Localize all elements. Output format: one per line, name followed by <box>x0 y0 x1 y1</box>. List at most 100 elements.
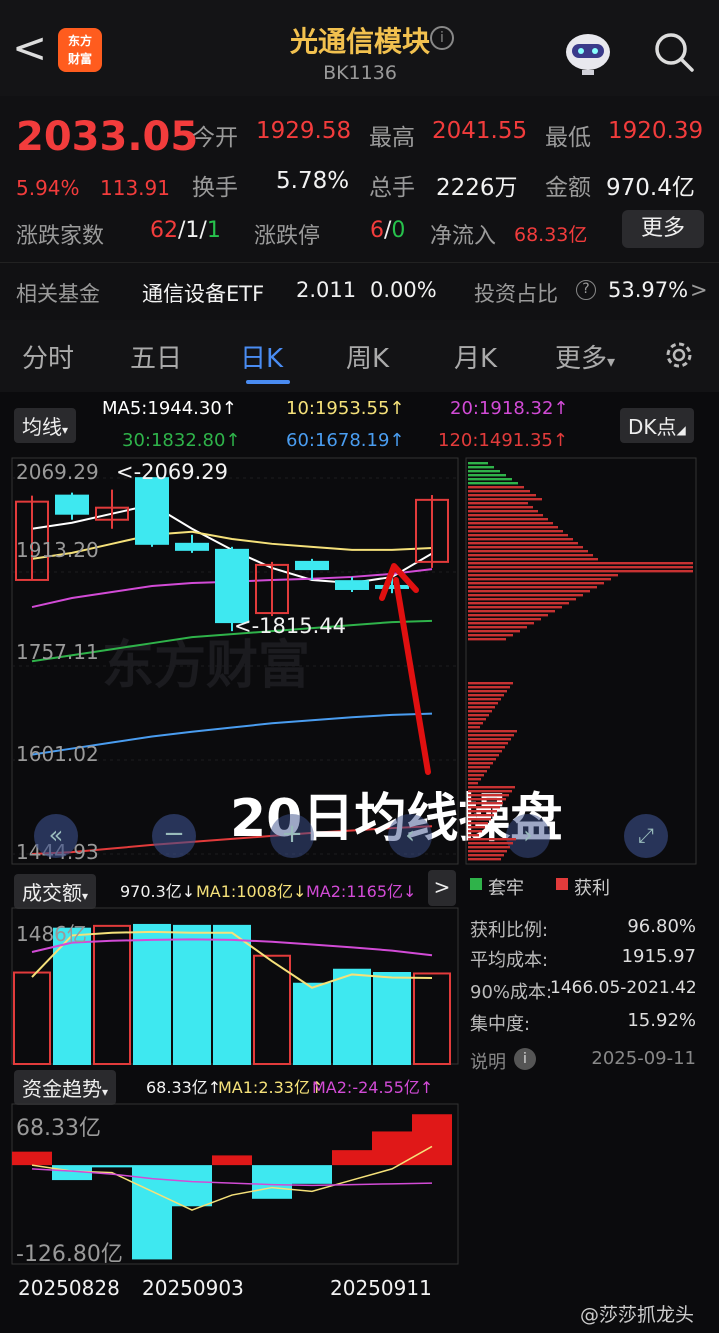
fund-trend-selector[interactable]: 资金趋势▾ <box>14 1070 117 1105</box>
chip-bar <box>468 794 509 797</box>
volume-selector[interactable]: 成交额▾ <box>14 874 97 909</box>
scroll-right-icon[interactable]: ‹ <box>388 814 432 858</box>
chip-bar <box>468 610 555 613</box>
chip-bar <box>468 782 478 785</box>
chip-bar <box>468 586 597 589</box>
tab-intraday[interactable]: 分时 <box>22 338 74 375</box>
zoom-out-icon[interactable]: − <box>152 814 196 858</box>
chip-bar <box>468 522 553 525</box>
fund-trend-value: 68.33亿↑ <box>146 1078 222 1097</box>
page-title: 光通信模块 <box>289 25 430 58</box>
chip-bar <box>468 558 598 561</box>
expand-icon[interactable]: > <box>428 870 456 906</box>
settings-gear-icon[interactable] <box>662 338 696 372</box>
tab-more[interactable]: 更多▾ <box>555 338 615 375</box>
chip-bar <box>468 574 618 577</box>
chip-bar <box>468 854 504 857</box>
chip-bar <box>468 690 507 693</box>
cost90-label: 90%成本: <box>470 982 553 1003</box>
chip-bar <box>468 770 487 773</box>
chip-bar <box>468 542 578 545</box>
info-icon[interactable]: i <box>514 1048 536 1070</box>
ma-selector[interactable]: 均线▾ <box>14 408 77 443</box>
chip-bar <box>468 462 488 465</box>
more-button[interactable]: 更多 <box>622 210 704 248</box>
chip-bar <box>468 482 518 485</box>
profit-ratio-value: 96.80% <box>627 916 696 937</box>
chip-bar <box>468 814 494 817</box>
price-tick: 1913.20 <box>16 538 99 562</box>
chip-bar <box>468 754 499 757</box>
info-icon[interactable]: i <box>430 26 454 50</box>
candle-body <box>175 542 209 551</box>
chip-bar <box>468 614 548 617</box>
robot-assistant-icon[interactable] <box>560 24 616 76</box>
volume-bar <box>173 924 211 1065</box>
high-marker: <-2069.29 <box>116 460 229 484</box>
fund-percent: 0.00% <box>370 278 437 302</box>
tab-daily-k[interactable]: 日K <box>240 338 283 375</box>
volume-value: 970.3亿↓ <box>120 882 196 901</box>
chip-bar <box>468 726 480 729</box>
chip-bar <box>468 846 510 849</box>
profit-legend-swatch <box>556 878 568 890</box>
amount-value: 970.4亿 <box>606 175 695 201</box>
explain-link[interactable]: 说明 <box>470 1048 506 1074</box>
tab-5day[interactable]: 五日 <box>130 338 182 375</box>
ma20-value: 20:1918.32↑ <box>450 398 569 419</box>
chip-bar <box>468 590 590 593</box>
chip-bar <box>468 698 501 701</box>
fund-tick-bottom: -126.80亿 <box>16 1242 123 1267</box>
volume-bar <box>413 972 451 1065</box>
period-tabs: 分时 五日 日K 周K 月K 更多▾ <box>0 320 719 392</box>
fund-name[interactable]: 通信设备ETF <box>142 278 264 308</box>
help-icon[interactable]: ? <box>576 280 596 300</box>
chip-bar <box>468 570 693 573</box>
volume-label: 总手 <box>369 175 415 201</box>
chip-bar <box>468 582 604 585</box>
chip-bar <box>468 530 563 533</box>
chip-bar <box>468 766 490 769</box>
active-tab-indicator <box>246 380 290 384</box>
low-label: 最低 <box>545 125 591 151</box>
chip-bar <box>468 538 573 541</box>
tab-weekly-k[interactable]: 周K <box>346 338 389 375</box>
chip-bar <box>468 842 513 845</box>
chip-bar <box>468 630 520 633</box>
chevron-down-icon: ▾ <box>607 352 616 371</box>
chip-bar <box>468 686 510 689</box>
turnover-label: 换手 <box>192 175 238 201</box>
zoom-in-icon[interactable]: + <box>270 814 314 858</box>
quote-panel: 2033.05 5.94% 113.91 今开 1929.58 最高 2041.… <box>0 96 719 320</box>
weibo-watermark: @莎莎抓龙头 <box>580 1304 695 1326</box>
scroll-left-icon[interactable]: « <box>34 814 78 858</box>
chip-bar <box>468 518 548 521</box>
chip-bar <box>468 478 512 481</box>
netflow-value: 68.33亿 <box>514 224 588 246</box>
invest-ratio-value[interactable]: 53.97% <box>608 278 688 302</box>
date-label: 20250903 <box>142 1276 244 1300</box>
chevron-right-icon[interactable]: > <box>690 278 708 302</box>
profit-legend-label: 获利 <box>574 878 610 899</box>
tab-monthly-k[interactable]: 月K <box>454 338 497 375</box>
chip-bar <box>468 774 484 777</box>
candle-body <box>295 560 329 571</box>
chip-bar <box>468 790 512 793</box>
price-tick: 1601.02 <box>16 742 99 766</box>
chip-bar <box>468 526 558 529</box>
chip-bar <box>468 598 576 601</box>
candle-body <box>55 494 89 515</box>
fund-bar <box>92 1165 132 1168</box>
back-button[interactable]: < <box>12 27 48 72</box>
high-value: 2041.55 <box>432 118 528 144</box>
avg-cost-label: 平均成本: <box>470 950 549 971</box>
invest-ratio-label: 投资占比 <box>474 282 558 306</box>
date-label: 20250911 <box>330 1276 432 1300</box>
dk-point-button[interactable]: DK点◢ <box>620 408 694 443</box>
change-amount: 113.91 <box>100 176 170 200</box>
chip-bar <box>468 618 541 621</box>
search-icon[interactable] <box>652 30 696 74</box>
annotation-arrow <box>379 563 431 775</box>
volume-bar <box>13 971 51 1065</box>
fund-bar <box>292 1165 332 1184</box>
